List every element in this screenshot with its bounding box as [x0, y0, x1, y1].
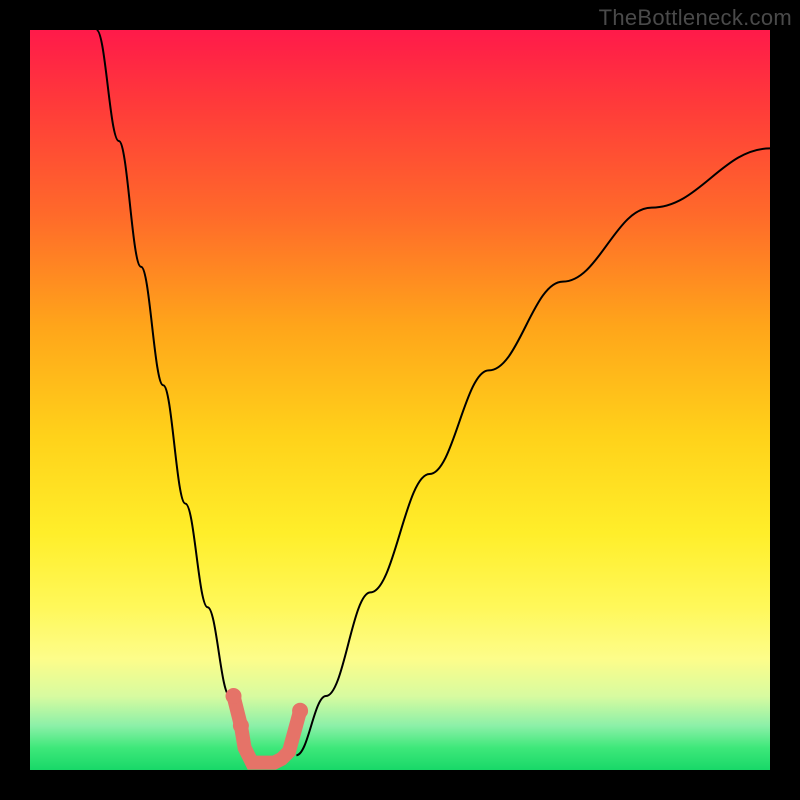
chart-svg: [30, 30, 770, 770]
watermark-text: TheBottleneck.com: [599, 5, 792, 31]
chart-frame: TheBottleneck.com: [0, 0, 800, 800]
marker-cluster: [226, 688, 309, 763]
right-branch-curve: [296, 148, 770, 755]
marker-dot: [292, 703, 308, 719]
plot-area: [30, 30, 770, 770]
curve-layer: [97, 30, 770, 755]
marker-dot: [233, 718, 249, 734]
left-branch-curve: [97, 30, 245, 755]
marker-dot: [226, 688, 242, 704]
